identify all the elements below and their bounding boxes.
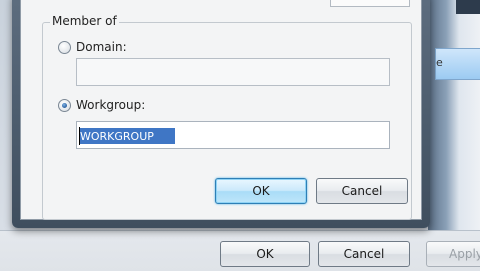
parent-ok-button[interactable]: OK [220,241,310,267]
parent-window-corner [456,0,480,14]
domain-field[interactable] [76,58,390,86]
parent-window-edge [428,0,480,230]
text-caret [79,127,80,145]
dialog-ok-button[interactable]: OK [215,178,307,204]
parent-cancel-button[interactable]: Cancel [318,241,410,267]
computer-name-field[interactable] [330,0,410,7]
workgroup-field[interactable] [76,121,390,149]
workgroup-radio-label: Workgroup: [76,98,146,112]
parent-side-button-label: e [436,56,443,69]
dialog-cancel-button[interactable]: Cancel [316,178,408,204]
member-of-label: Member of [50,14,119,28]
workgroup-radio[interactable] [58,99,71,112]
domain-radio[interactable] [58,41,71,54]
domain-radio-label: Domain: [76,40,127,54]
parent-apply-button[interactable]: Apply [426,241,480,267]
parent-button-bar: OK Cancel Apply [0,230,480,271]
workgroup-input[interactable] [79,128,175,144]
